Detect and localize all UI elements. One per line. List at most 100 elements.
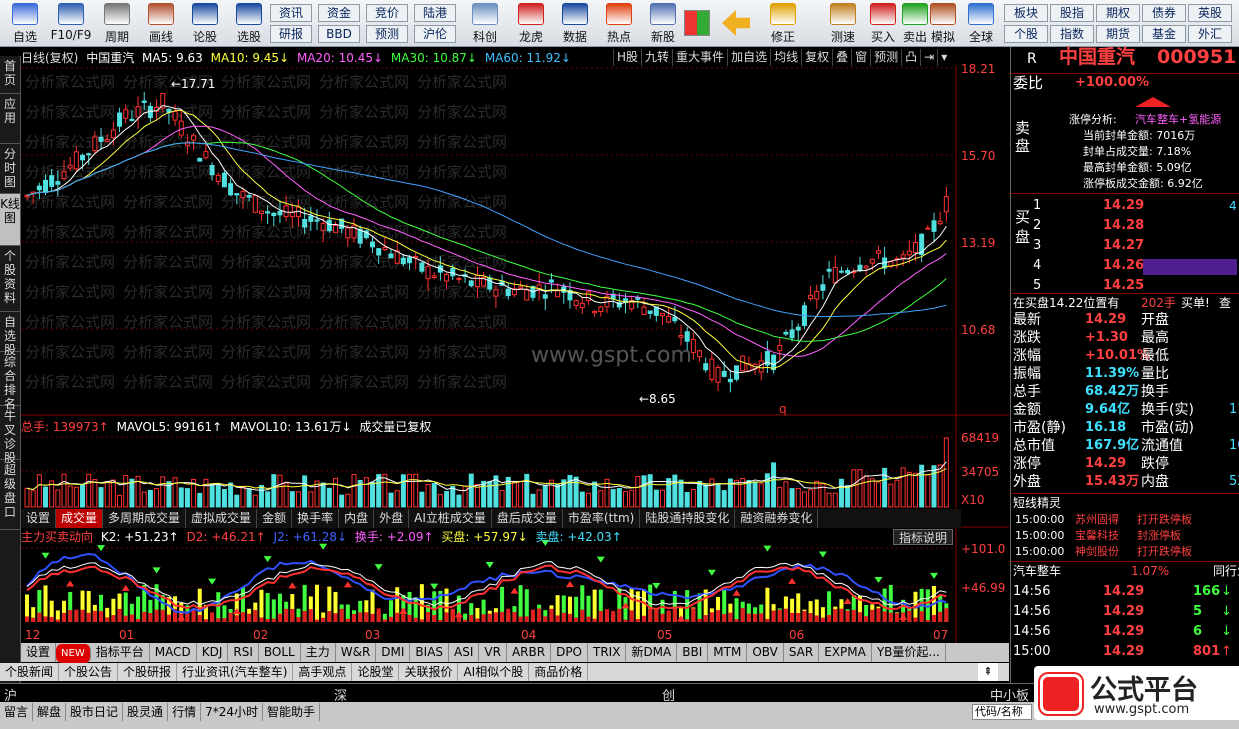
market-link-button[interactable]: 股指	[1050, 4, 1094, 22]
volume-tab[interactable]: 陆股通持股变化	[640, 509, 736, 528]
star-tool-button[interactable]: 自选	[2, 2, 48, 45]
ipo-tool-button[interactable]: 新股	[640, 2, 686, 45]
quick-link-button[interactable]: 预测	[366, 25, 408, 43]
bottom-function-button[interactable]: 7*24小时	[201, 703, 263, 721]
select-tool-button[interactable]: 选股	[226, 2, 272, 45]
news-tab[interactable]: 高手观点	[293, 663, 353, 681]
volume-tab[interactable]: 设置	[21, 509, 57, 528]
left-tab[interactable]: 牛叉诊股	[0, 406, 20, 465]
volume-tab[interactable]: 虚拟成交量	[186, 509, 258, 528]
news-tab[interactable]: 商品价格	[529, 663, 589, 681]
news-tab[interactable]: 论股堂	[352, 663, 400, 681]
volume-tab[interactable]: 内盘	[339, 509, 375, 528]
left-tab[interactable]: 自选股	[0, 312, 20, 357]
indicator-tab[interactable]: ASI	[449, 643, 480, 662]
globe-tool-button[interactable]: 全球	[958, 2, 1004, 45]
volume-tab[interactable]: 多周期成交量	[103, 509, 187, 528]
indicator-tab[interactable]: BOLL	[259, 643, 301, 662]
indicator-tab[interactable]: 设置	[21, 643, 57, 662]
bottom-function-button[interactable]: 智能助手	[263, 703, 320, 721]
market-link-button[interactable]: 指数	[1050, 25, 1094, 43]
indicator-tab[interactable]: MTM	[708, 643, 748, 662]
pe-tool-button[interactable]: 数据	[552, 2, 598, 45]
volume-tab[interactable]: 盘后成交量	[492, 509, 563, 528]
left-tab[interactable]: K线图	[0, 194, 20, 246]
indicator-tab[interactable]: TRIX	[588, 643, 627, 662]
indicator-tab[interactable]: 新DMA	[626, 643, 678, 662]
indicator-tab[interactable]: OBV	[747, 643, 784, 662]
market-link-button[interactable]: 期权	[1096, 4, 1140, 22]
quick-link-button[interactable]: 研报	[270, 25, 312, 43]
kline-svg[interactable]: 分析家公式网 分析家公式网 分析家公式网 分析家公式网 分析家公式网分析家公式网 分析家公…	[21, 47, 1009, 647]
indicator-tab[interactable]: 主力	[301, 643, 336, 662]
indicator-tab[interactable]: BBI	[677, 643, 709, 662]
news-tab[interactable]: 个股公告	[59, 663, 119, 681]
news-tab[interactable]: 个股新闻	[0, 663, 60, 681]
indicator-tab[interactable]: DPO	[551, 643, 588, 662]
market-link-button[interactable]: 期货	[1096, 25, 1140, 43]
market-link-button[interactable]: 基金	[1142, 25, 1186, 43]
bottom-function-button[interactable]: 股灵通	[123, 703, 169, 721]
code-input[interactable]: 代码/名称	[972, 704, 1032, 720]
news-tab[interactable]: AI相似个股	[458, 663, 530, 681]
quick-link-button[interactable]: 陆港	[414, 4, 456, 22]
indicator-tab[interactable]: EXPMA	[819, 643, 872, 662]
indicator-tab[interactable]: ARBR	[507, 643, 552, 662]
quick-link-button[interactable]: 资讯	[270, 4, 312, 22]
left-tab[interactable]: 应用	[0, 94, 20, 144]
market-link-button[interactable]: 英股	[1188, 4, 1232, 22]
bottom-function-button[interactable]: 解盘	[33, 703, 67, 721]
market-link-button[interactable]: 债券	[1142, 4, 1186, 22]
volume-tab[interactable]: 金额	[257, 509, 293, 528]
indicator-tab[interactable]: W&R	[336, 643, 377, 662]
bottom-function-button[interactable]: 行情	[168, 703, 202, 721]
left-tab[interactable]: 综合排名	[0, 352, 20, 411]
dragon-tool-button[interactable]: 龙虎	[508, 2, 554, 45]
left-tab[interactable]: 分时图	[0, 144, 20, 194]
left-tab[interactable]: 超级盘口	[0, 460, 20, 530]
pencil-tool-button[interactable]: 画线	[138, 2, 184, 45]
layout-icon[interactable]	[684, 10, 710, 36]
buy-arrow-icon	[232, 608, 241, 615]
volume-tab[interactable]: 外盘	[374, 509, 410, 528]
left-tab[interactable]: 个股资料	[0, 246, 20, 312]
news-tab[interactable]: 关联报价	[399, 663, 459, 681]
chart-tool-button[interactable]: 科创	[462, 2, 508, 45]
bottom-function-button[interactable]: 股市日记	[66, 703, 124, 721]
back-arrow-icon[interactable]	[722, 10, 750, 36]
indicator-tab[interactable]: YB量价起...	[872, 643, 946, 662]
quick-link-button[interactable]: BBD	[318, 25, 360, 43]
indicator-tab[interactable]: DMI	[376, 643, 411, 662]
volume-tab[interactable]: 融资融券变化	[735, 509, 819, 528]
indicator-help-button[interactable]: 指标说明	[893, 529, 954, 545]
indicator-tab[interactable]: MACD	[150, 643, 197, 662]
f10-tool-button[interactable]: F10/F9	[48, 2, 94, 45]
quick-link-button[interactable]: 资金	[318, 4, 360, 22]
market-link-button[interactable]: 个股	[1004, 25, 1048, 43]
zt-collapse-icon[interactable]	[1135, 97, 1171, 107]
indicator-tab[interactable]: NEW	[56, 644, 91, 663]
collapse-button[interactable]: ⇞	[978, 663, 998, 681]
volume-tab[interactable]: AI立桩成交量	[409, 509, 492, 528]
bottom-function-button[interactable]: 留言	[0, 703, 34, 721]
clock-tool-button[interactable]: 周期	[94, 2, 140, 45]
news-tab[interactable]: 个股研报	[118, 663, 178, 681]
indicator-tab[interactable]: KDJ	[197, 643, 229, 662]
volume-tab[interactable]: 换手率	[292, 509, 340, 528]
volume-tab[interactable]: 成交量	[56, 509, 104, 528]
volume-tab[interactable]: 市盈率(ttm)	[563, 509, 641, 528]
quick-link-button[interactable]: 竞价	[366, 4, 408, 22]
market-link-button[interactable]: 外汇	[1188, 25, 1232, 43]
indicator-tab[interactable]: BIAS	[410, 643, 450, 662]
quick-link-button[interactable]: 沪伦	[414, 25, 456, 43]
indicator-tab[interactable]: VR	[479, 643, 507, 662]
left-tab[interactable]: 首页	[0, 56, 20, 94]
talk-tool-button[interactable]: 论股	[182, 2, 228, 45]
indicator-tab[interactable]: 指标平台	[91, 643, 150, 662]
up-tool-button[interactable]: 修正	[760, 2, 806, 45]
indicator-tab[interactable]: SAR	[784, 643, 820, 662]
news-tab[interactable]: 行业资讯(汽车整车)	[177, 663, 294, 681]
indicator-tab[interactable]: RSI	[228, 643, 259, 662]
fire-tool-button[interactable]: 热点	[596, 2, 642, 45]
market-link-button[interactable]: 板块	[1004, 4, 1048, 22]
